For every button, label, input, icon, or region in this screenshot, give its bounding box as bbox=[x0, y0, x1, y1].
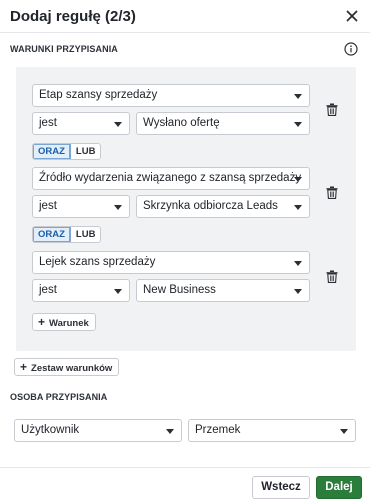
chevron-down-icon bbox=[294, 289, 302, 294]
and-or-toggle-2: ORAZ LUB bbox=[32, 226, 102, 243]
close-icon[interactable] bbox=[344, 8, 360, 24]
chevron-down-icon bbox=[114, 205, 122, 210]
toggle-and-option[interactable]: ORAZ bbox=[33, 227, 71, 242]
condition-field-select-3[interactable]: Lejek szans sprzedaży bbox=[32, 251, 310, 274]
and-or-toggle-1: ORAZ LUB bbox=[32, 143, 102, 160]
conditions-section-label: WARUNKI PRZYPISANIA bbox=[10, 44, 118, 54]
plus-icon: + bbox=[20, 360, 28, 374]
conditions-panel: Etap szansy sprzedaży jest Wysłano ofert… bbox=[16, 67, 356, 351]
assignee-section-label: OSOBA PRZYPISANIA bbox=[10, 392, 108, 402]
toggle-or-option[interactable]: LUB bbox=[71, 227, 101, 242]
condition-field-select-2[interactable]: Źródło wydarzenia związanego z szansą sp… bbox=[32, 167, 310, 190]
condition-value-select-1[interactable]: Wysłano ofertę bbox=[136, 112, 310, 135]
add-condition-label: Warunek bbox=[49, 318, 89, 329]
condition-field-value: Lejek szans sprzedaży bbox=[39, 256, 156, 268]
chevron-down-icon bbox=[166, 429, 174, 434]
add-condition-set-button[interactable]: + Zestaw warunków bbox=[14, 358, 120, 376]
condition-operator-select-2[interactable]: jest bbox=[32, 195, 130, 218]
condition-field-value: Etap szansy sprzedaży bbox=[39, 89, 158, 101]
condition-operator-value: jest bbox=[39, 284, 57, 296]
plus-icon: + bbox=[38, 315, 46, 329]
condition-operator-select-1[interactable]: jest bbox=[32, 112, 130, 135]
condition-value-value: New Business bbox=[143, 284, 216, 296]
assignee-type-value: Użytkownik bbox=[21, 424, 80, 436]
chevron-down-icon bbox=[294, 177, 302, 182]
chevron-down-icon bbox=[294, 205, 302, 210]
condition-operator-select-3[interactable]: jest bbox=[32, 279, 130, 302]
trash-icon[interactable] bbox=[326, 186, 338, 199]
trash-icon[interactable] bbox=[326, 270, 338, 283]
next-button[interactable]: Dalej bbox=[316, 476, 362, 499]
info-icon[interactable] bbox=[344, 42, 358, 56]
assignee-type-select[interactable]: Użytkownik bbox=[14, 419, 182, 442]
condition-field-value: Źródło wydarzenia związanego z szansą sp… bbox=[39, 172, 302, 184]
condition-value-select-3[interactable]: New Business bbox=[136, 279, 310, 302]
chevron-down-icon bbox=[340, 429, 348, 434]
back-button[interactable]: Wstecz bbox=[252, 476, 310, 499]
assignee-user-select[interactable]: Przemek bbox=[188, 419, 356, 442]
dialog-header: Dodaj regułę (2/3) bbox=[0, 0, 370, 33]
condition-value-value: Wysłano ofertę bbox=[143, 117, 220, 129]
trash-icon[interactable] bbox=[326, 103, 338, 116]
assignee-user-value: Przemek bbox=[195, 424, 241, 436]
condition-operator-value: jest bbox=[39, 200, 57, 212]
chevron-down-icon bbox=[114, 289, 122, 294]
dialog-title: Dodaj regułę (2/3) bbox=[10, 8, 136, 25]
toggle-or-option[interactable]: LUB bbox=[71, 144, 101, 159]
chevron-down-icon bbox=[294, 94, 302, 99]
condition-operator-value: jest bbox=[39, 117, 57, 129]
condition-value-value: Skrzynka odbiorcza Leads bbox=[143, 200, 278, 212]
add-condition-button[interactable]: + Warunek bbox=[32, 313, 96, 331]
chevron-down-icon bbox=[294, 261, 302, 266]
chevron-down-icon bbox=[114, 122, 122, 127]
dialog-footer: Wstecz Dalej bbox=[0, 467, 370, 500]
condition-value-select-2[interactable]: Skrzynka odbiorcza Leads bbox=[136, 195, 310, 218]
condition-field-select-1[interactable]: Etap szansy sprzedaży bbox=[32, 84, 310, 107]
chevron-down-icon bbox=[294, 122, 302, 127]
toggle-and-option[interactable]: ORAZ bbox=[33, 144, 71, 159]
add-condition-set-label: Zestaw warunków bbox=[31, 363, 113, 374]
